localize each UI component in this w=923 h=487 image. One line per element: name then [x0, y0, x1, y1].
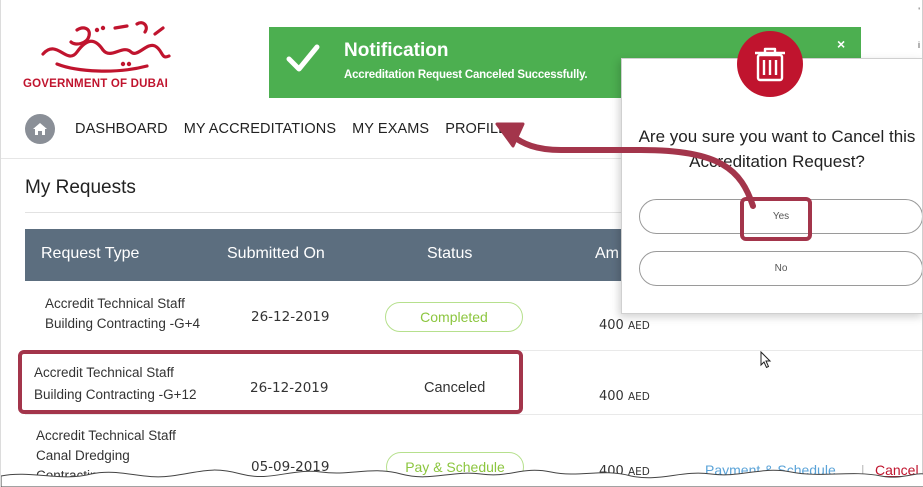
- edge-mark: i: [918, 40, 920, 50]
- edge-mark: ': [918, 6, 920, 16]
- page: GOVERNMENT OF DUBAI DASHBOARD MY ACCREDI…: [0, 0, 923, 487]
- mouse-cursor-icon: [760, 351, 772, 369]
- torn-edge: [1, 469, 923, 487]
- annotation-arrow: [495, 122, 756, 209]
